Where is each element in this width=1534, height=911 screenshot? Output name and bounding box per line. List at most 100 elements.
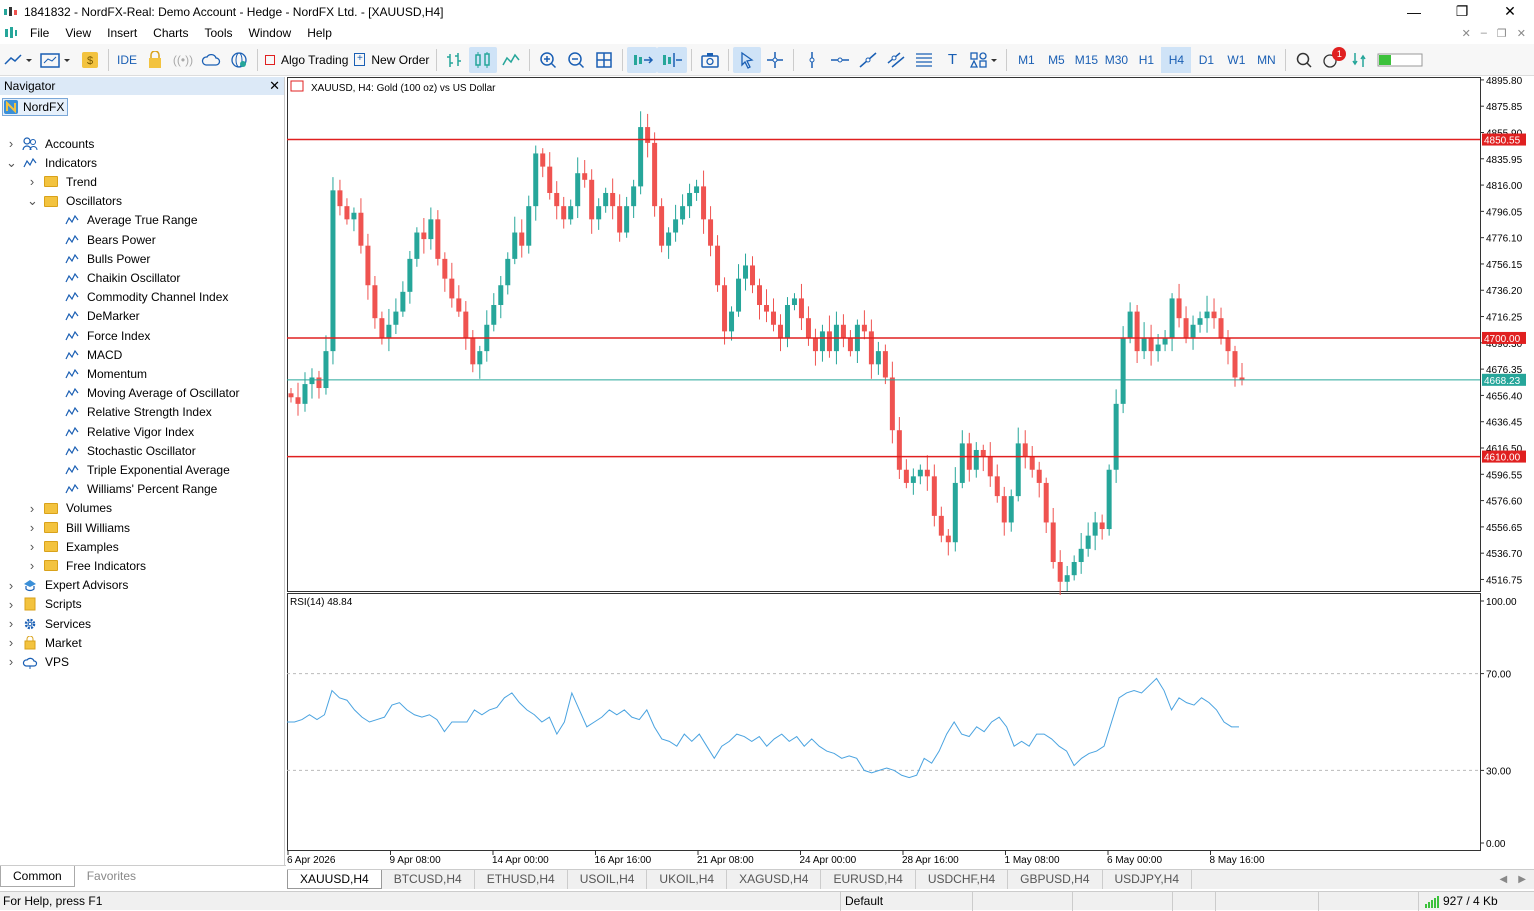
navigator-item-momentum[interactable]: Momentum xyxy=(0,364,280,383)
fibonacci-icon[interactable] xyxy=(910,47,938,73)
navigator-item-bears-power[interactable]: Bears Power xyxy=(0,230,280,249)
globe-icon[interactable] xyxy=(225,47,253,73)
cloud-icon[interactable] xyxy=(197,47,225,73)
timeframe-m5[interactable]: M5 xyxy=(1041,47,1071,73)
expand-icon[interactable]: › xyxy=(6,654,16,669)
expand-icon[interactable]: › xyxy=(6,616,16,631)
expand-icon[interactable]: › xyxy=(6,597,16,612)
symbol-tab-gbpusd[interactable]: GBPUSD,H4 xyxy=(1008,870,1103,889)
restore-button[interactable]: ❐ xyxy=(1438,0,1486,23)
navigator-item-commodity-channel-index[interactable]: Commodity Channel Index xyxy=(0,288,280,307)
signal-icon[interactable]: ((•)) xyxy=(169,47,197,73)
lock-icon[interactable] xyxy=(141,47,169,73)
connection-icon[interactable] xyxy=(1346,47,1374,73)
navigator-item-williams-percent-range[interactable]: Williams' Percent Range xyxy=(0,480,280,499)
menu-window[interactable]: Window xyxy=(241,23,300,43)
timeframe-m15[interactable]: M15 xyxy=(1071,47,1101,73)
child-minimize-icon[interactable]: – xyxy=(1481,27,1487,39)
navigator-item-triple-exponential-average[interactable]: Triple Exponential Average xyxy=(0,460,280,479)
symbol-tab-ukoil[interactable]: UKOIL,H4 xyxy=(647,870,728,889)
shapes-icon[interactable] xyxy=(966,47,1002,73)
notifications-icon[interactable]: 1 xyxy=(1318,46,1347,73)
navigator-item-trend[interactable]: › Trend xyxy=(0,172,280,191)
navigator-item-scripts[interactable]: › Scripts xyxy=(0,595,280,614)
vertical-line-icon[interactable] xyxy=(798,47,826,73)
close-button[interactable]: ✕ xyxy=(1486,0,1534,23)
expand-icon[interactable]: › xyxy=(6,136,16,151)
expand-icon[interactable]: › xyxy=(27,539,37,554)
timeframe-m30[interactable]: M30 xyxy=(1101,47,1131,73)
tab-common[interactable]: Common xyxy=(0,866,75,887)
collapse-icon[interactable]: ⌄ xyxy=(27,193,38,209)
line-chart-icon[interactable] xyxy=(497,47,525,73)
navigator-item-bill-williams[interactable]: › Bill Williams xyxy=(0,518,280,537)
horizontal-line-icon[interactable] xyxy=(826,47,854,73)
symbol-tab-ethusd[interactable]: ETHUSD,H4 xyxy=(475,870,568,889)
zoom-in-icon[interactable] xyxy=(534,47,562,73)
status-traffic[interactable]: 927 / 4 Kb xyxy=(1418,892,1498,911)
timeframe-m1[interactable]: M1 xyxy=(1011,47,1041,73)
expand-icon[interactable]: › xyxy=(6,578,16,593)
tile-windows-icon[interactable] xyxy=(590,47,618,73)
timeframe-h1[interactable]: H1 xyxy=(1131,47,1161,73)
algo-trading-button[interactable]: Algo Trading xyxy=(262,47,351,73)
tab-favorites[interactable]: Favorites xyxy=(75,866,148,887)
menu-insert[interactable]: Insert xyxy=(99,23,145,43)
timeframe-d1[interactable]: D1 xyxy=(1191,47,1221,73)
child-close-icon[interactable]: ✕ xyxy=(1517,27,1526,40)
navigator-item-force-index[interactable]: Force Index xyxy=(0,326,280,345)
text-tool-icon[interactable]: T xyxy=(938,47,966,73)
navigator-item-examples[interactable]: › Examples xyxy=(0,537,280,556)
navigator-item-bulls-power[interactable]: Bulls Power xyxy=(0,249,280,268)
channel-icon[interactable] xyxy=(882,47,910,73)
menu-help[interactable]: Help xyxy=(299,23,340,43)
navigator-item-macd[interactable]: MACD xyxy=(0,345,280,364)
screenshot-icon[interactable] xyxy=(696,47,724,73)
chart-shift-icon[interactable] xyxy=(657,46,688,73)
expand-icon[interactable]: › xyxy=(6,635,16,650)
menu-view[interactable]: View xyxy=(57,23,99,43)
minimize-button[interactable]: — xyxy=(1390,0,1438,23)
navigator-item-demarker[interactable]: DeMarker xyxy=(0,307,280,326)
cursor-icon[interactable] xyxy=(733,46,762,73)
symbol-tab-xauusd[interactable]: XAUUSD,H4 xyxy=(287,870,382,889)
navigator-item-moving-average-of-oscillator[interactable]: Moving Average of Oscillator xyxy=(0,384,280,403)
symbol-tab-xagusd[interactable]: XAGUSD,H4 xyxy=(727,870,822,889)
navigator-item-market[interactable]: › Market xyxy=(0,633,280,652)
menu-tools[interactable]: Tools xyxy=(197,23,241,43)
child-restore-icon[interactable]: ❐ xyxy=(1497,27,1507,40)
navigator-item-expert-advisors[interactable]: › Expert Advisors xyxy=(0,576,280,595)
navigator-item-accounts[interactable]: › Accounts xyxy=(0,134,280,153)
pin-icon[interactable]: ✕ xyxy=(1462,27,1471,40)
bar-chart-icon[interactable] xyxy=(441,47,469,73)
status-profile[interactable]: Default xyxy=(840,892,970,911)
chart-window[interactable]: XAUUSD, H4: Gold (100 oz) vs US Dollar 48… xyxy=(287,76,1534,867)
timeframe-w1[interactable]: W1 xyxy=(1221,47,1251,73)
profiles-icon[interactable] xyxy=(36,47,76,73)
expand-icon[interactable]: › xyxy=(27,558,37,573)
navigator-item-chaikin-oscillator[interactable]: Chaikin Oscillator xyxy=(0,268,280,287)
navigator-item-relative-strength-index[interactable]: Relative Strength Index xyxy=(0,403,280,422)
symbol-tab-usoil[interactable]: USOIL,H4 xyxy=(568,870,648,889)
symbol-tab-usdjpy[interactable]: USDJPY,H4 xyxy=(1103,870,1192,889)
expand-icon[interactable]: › xyxy=(27,174,37,189)
crosshair-icon[interactable] xyxy=(761,47,789,73)
navigator-item-relative-vigor-index[interactable]: Relative Vigor Index xyxy=(0,422,280,441)
menu-charts[interactable]: Charts xyxy=(145,23,196,43)
navigator-item-vps[interactable]: › VPS xyxy=(0,652,280,671)
menu-file[interactable]: File xyxy=(22,23,57,43)
dollar-icon[interactable]: $ xyxy=(76,47,104,73)
navigator-item-stochastic-oscillator[interactable]: Stochastic Oscillator xyxy=(0,441,280,460)
symbol-tab-btcusd[interactable]: BTCUSD,H4 xyxy=(382,870,475,889)
navigator-item-oscillators[interactable]: ⌄ Oscillators xyxy=(0,192,280,211)
navigator-root[interactable]: NordFX xyxy=(2,98,69,116)
navigator-item-indicators[interactable]: ⌄ Indicators xyxy=(0,153,280,172)
navigator-item-services[interactable]: › Services xyxy=(0,614,280,633)
symbol-tab-eurusd[interactable]: EURUSD,H4 xyxy=(821,870,916,889)
zoom-out-icon[interactable] xyxy=(562,47,590,73)
collapse-icon[interactable]: ⌄ xyxy=(6,155,17,171)
candlestick-icon[interactable] xyxy=(469,46,498,73)
new-order-button[interactable]: + New Order xyxy=(351,47,432,73)
navigator-item-volumes[interactable]: › Volumes xyxy=(0,499,280,518)
auto-scroll-icon[interactable] xyxy=(627,46,658,73)
